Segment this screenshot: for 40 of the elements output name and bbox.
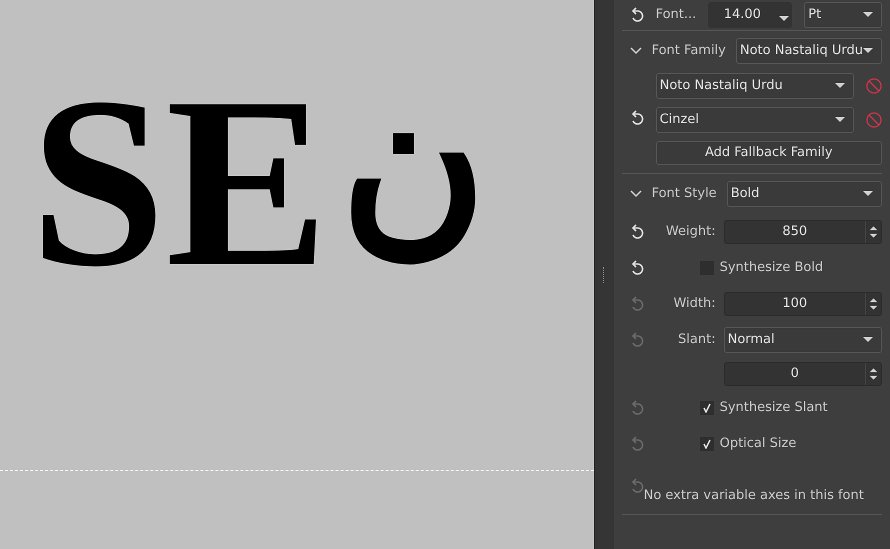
- font-size-field[interactable]: 14.00: [708, 2, 792, 28]
- unit-dropdown[interactable]: Pt: [804, 2, 882, 28]
- field-label: Width:: [673, 295, 716, 314]
- field-label: Slant:: [678, 331, 716, 350]
- panel-handle[interactable]: [594, 0, 614, 549]
- checkbox-label: Synthesize Slant: [720, 399, 828, 418]
- checkbox[interactable]: [700, 437, 714, 451]
- checkbox-label: Optical Size: [720, 435, 796, 454]
- spin-box[interactable]: 100: [724, 292, 882, 316]
- reset-icon[interactable]: [630, 260, 644, 276]
- font-family-label: Font Family: [652, 42, 726, 60]
- canvas-text: SE: [30, 60, 328, 304]
- fallback-font-dropdown[interactable]: Cinzel: [656, 107, 854, 133]
- checkbox[interactable]: [700, 401, 714, 415]
- chevron-down-icon[interactable]: [630, 190, 642, 198]
- spin-box[interactable]: 850: [724, 220, 882, 244]
- caret-icon: [863, 337, 873, 343]
- font-style-label: Font Style: [652, 185, 717, 204]
- caret-icon: [835, 83, 845, 89]
- fallback-font-dropdown[interactable]: Noto Nastaliq Urdu: [656, 73, 854, 99]
- check-icon: [702, 403, 711, 413]
- chevron-down-icon[interactable]: [630, 47, 642, 55]
- add-fallback-button[interactable]: Add Fallback Family: [656, 141, 882, 165]
- reset-icon[interactable]: [630, 7, 644, 23]
- caret-icon: [863, 12, 873, 18]
- field-label: Weight:: [666, 223, 716, 242]
- caret-icon: [835, 117, 845, 123]
- slant-dropdown[interactable]: Normal: [724, 327, 882, 353]
- caret-icon: [863, 48, 873, 54]
- reset-icon[interactable]: [630, 110, 644, 126]
- caret-icon: [863, 191, 873, 197]
- font-size-label: Font...: [656, 6, 696, 24]
- reset-icon[interactable]: [630, 224, 644, 240]
- spin-box[interactable]: 0: [724, 362, 882, 386]
- canvas-text: ن: [340, 41, 487, 279]
- font-family-dropdown[interactable]: Noto Nastaliq Urdu: [736, 38, 882, 64]
- font-style-dropdown[interactable]: Bold: [726, 181, 882, 207]
- axes-note: No extra variable axes in this font: [644, 487, 864, 506]
- check-icon: [702, 439, 711, 449]
- checkbox-label: Synthesize Bold: [720, 259, 824, 278]
